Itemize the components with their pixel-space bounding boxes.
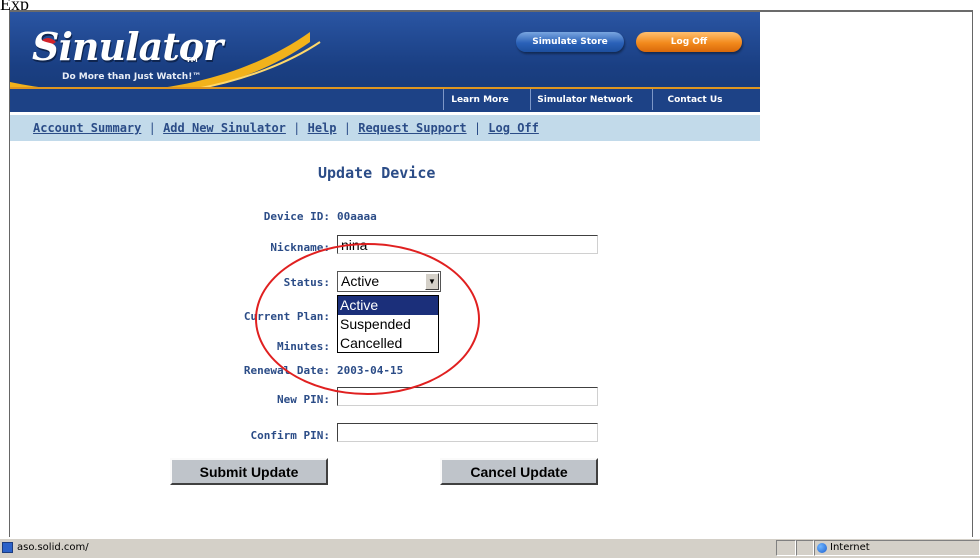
cancel-update-button[interactable]: Cancel Update: [440, 458, 598, 485]
site-tagline: Do More than Just Watch!™: [62, 72, 202, 82]
status-cell: [776, 540, 796, 556]
status-zone: Internet: [830, 542, 870, 553]
link-separator: |: [148, 121, 156, 135]
nav-contact-us[interactable]: Contact Us: [652, 89, 737, 110]
link-separator: |: [473, 121, 482, 135]
link-separator: |: [293, 121, 301, 135]
link-add-new-sinulator[interactable]: Add New Sinulator: [163, 121, 286, 135]
new-pin-label: New PIN:: [277, 393, 330, 406]
submit-update-button[interactable]: Submit Update: [170, 458, 328, 485]
status-cell: [796, 540, 814, 556]
confirm-pin-label: Confirm PIN:: [250, 429, 330, 442]
status-url: aso.solid.com/: [17, 542, 89, 553]
simulate-store-button[interactable]: Simulate Store: [516, 32, 624, 52]
link-request-support[interactable]: Request Support: [358, 121, 466, 135]
browser-status-bar: aso.solid.com/ Internet: [0, 538, 980, 558]
device-id-label: Device ID:: [263, 210, 330, 223]
annotation-circle: [255, 243, 480, 395]
page-title: Update Device: [318, 164, 436, 182]
account-links: Account Summary | Add New Sinulator | He…: [33, 121, 539, 135]
link-separator: |: [343, 121, 351, 135]
header-nav-bar: [10, 87, 760, 112]
nav-learn-more[interactable]: Learn More: [443, 89, 516, 110]
confirm-pin-field[interactable]: [337, 423, 598, 442]
logo-trademark: TM: [186, 56, 198, 64]
page-icon: [2, 542, 13, 553]
globe-icon: [817, 543, 827, 553]
nav-simulator-network[interactable]: Simulator Network: [530, 89, 639, 110]
device-id-value: 00aaaa: [337, 210, 377, 223]
link-account-summary[interactable]: Account Summary: [33, 121, 141, 135]
link-help[interactable]: Help: [308, 121, 337, 135]
link-log-off[interactable]: Log Off: [488, 121, 539, 135]
header-logoff-button[interactable]: Log Off: [636, 32, 742, 52]
